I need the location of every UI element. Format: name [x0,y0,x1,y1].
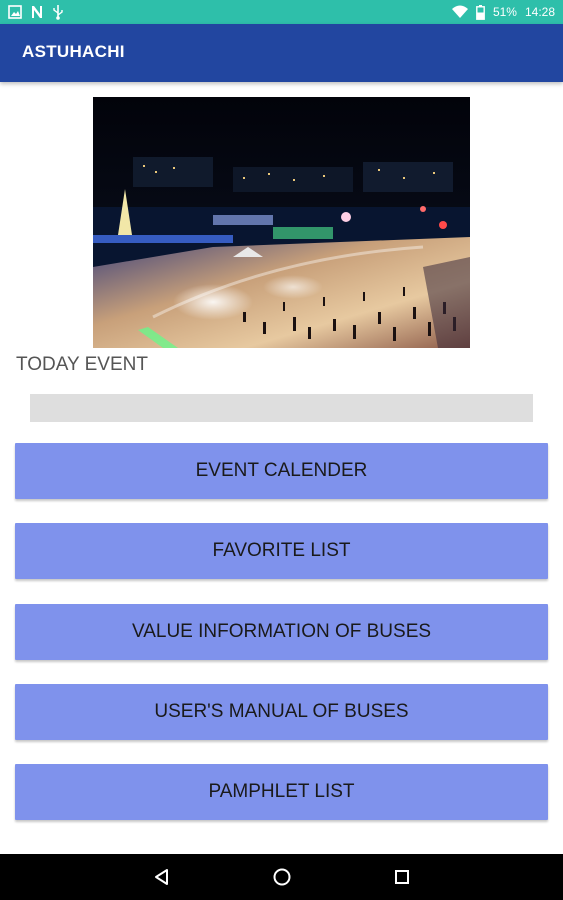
navigation-bar [0,854,563,900]
image-icon [8,5,22,19]
status-right-icons: 51% 14:28 [451,4,555,20]
status-left-icons [8,4,64,20]
back-icon[interactable] [152,867,172,887]
clock: 14:28 [524,5,555,19]
battery-icon [476,4,485,20]
app-bar: ASTUHACHI [0,24,563,82]
usb-icon [52,4,64,20]
pamphlet-list-button[interactable]: PAMPHLET LIST [15,764,548,820]
n-icon [30,5,44,19]
today-event-label: TODAY EVENT [16,354,148,375]
wifi-icon [451,5,468,19]
status-bar: 51% 14:28 [0,0,563,24]
today-event-box [30,394,533,422]
battery-percent: 51% [492,5,517,19]
value-information-of-buses-button[interactable]: VALUE INFORMATION OF BUSES [15,604,548,660]
users-manual-of-buses-button[interactable]: USER'S MANUAL OF BUSES [15,684,548,740]
event-photo-image [93,97,470,348]
app-title: ASTUHACHI [22,42,125,61]
home-icon[interactable] [272,867,292,887]
recents-icon[interactable] [392,867,412,887]
event-calender-button[interactable]: EVENT CALENDER [15,443,548,499]
favorite-list-button[interactable]: FAVORITE LIST [15,523,548,579]
